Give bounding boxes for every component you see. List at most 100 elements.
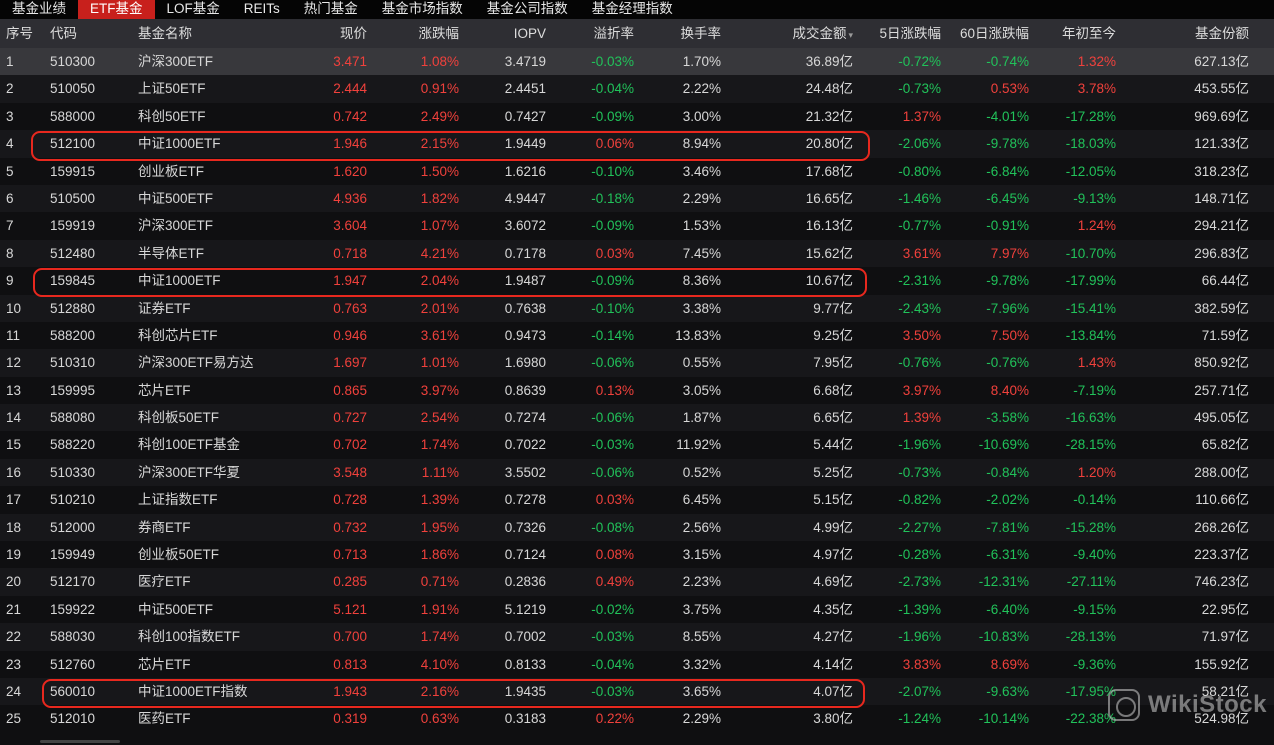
tab-6[interactable]: 基金公司指数 xyxy=(475,0,580,19)
cell-amount: 5.44亿 xyxy=(813,437,853,453)
tab-1[interactable]: ETF基金 xyxy=(78,0,155,19)
cell-ytd: -0.14% xyxy=(1073,492,1116,508)
cell-price: 0.865 xyxy=(333,382,367,398)
table-row[interactable]: 21 159922 中证500ETF 5.121 1.91% 5.1219 -0.02% 3.… xyxy=(0,596,1274,623)
table-row[interactable]: 6 510500 中证500ETF 4.936 1.82% 4.9447 -0.18% 2.2… xyxy=(0,184,1274,213)
cell-premium: -0.06% xyxy=(591,410,634,426)
table-row[interactable]: 20 512170 医疗ETF 0.285 0.71% 0.2836 0.49% 2.23% 4… xyxy=(0,568,1274,596)
cell-ytd: 1.32% xyxy=(1077,54,1116,69)
table-row[interactable]: 23 512760 芯片ETF 0.813 4.10% 0.8133 -0.04% 3.32%… xyxy=(0,651,1274,678)
cell-shares: 71.97亿 xyxy=(1201,629,1249,645)
table-row[interactable]: 15 588220 科创100ETF基金 0.702 1.74% 0.7022 -0.03%… xyxy=(0,431,1274,458)
table-row[interactable]: 22 588030 科创100指数ETF 0.700 1.74% 0.7002 -0.03%… xyxy=(0,623,1274,651)
table-row[interactable]: 1 510300 沪深300ETF 3.471 1.08% 3.4719 -0.03% 1.7… xyxy=(0,48,1274,76)
table-row[interactable]: 10 512880 证券ETF 0.763 2.01% 0.7638 -0.10% 3.38%… xyxy=(0,294,1274,322)
table-row[interactable]: 19 159949 创业板50ETF 0.713 1.86% 0.7124 0.08% 3.1… xyxy=(0,541,1274,568)
col-header-turnover[interactable]: 换手率 xyxy=(681,19,722,48)
horizontal-scrollbar[interactable] xyxy=(40,740,120,743)
cell-ytd: 1.43% xyxy=(1077,355,1116,371)
col-header-premium[interactable]: 溢折率 xyxy=(594,19,635,48)
table-row[interactable]: 25 512010 医药ETF 0.319 0.63% 0.3183 0.22% 2.29% 3… xyxy=(0,705,1274,732)
tab-7[interactable]: 基金经理指数 xyxy=(580,0,685,19)
cell-turnover: 2.23% xyxy=(682,574,721,590)
cell-change: 2.16% xyxy=(420,683,459,699)
col-header-change[interactable]: 涨跌幅 xyxy=(419,19,460,48)
cell-ytd: -27.11% xyxy=(1066,574,1116,590)
cell-ytd: -28.15% xyxy=(1065,437,1116,453)
cell-change: 3.61% xyxy=(420,327,459,343)
cell-premium: -0.10% xyxy=(591,163,634,179)
cell-change: 2.54% xyxy=(420,410,459,426)
table-row[interactable]: 14 588080 科创板50ETF 0.727 2.54% 0.7274 -0.06% 1.… xyxy=(0,404,1274,432)
tab-3[interactable]: REITs xyxy=(232,0,292,19)
tab-0[interactable]: 基金业绩 xyxy=(0,0,78,19)
cell-5day: -0.73% xyxy=(898,81,941,97)
cell-name: 上证50ETF xyxy=(138,81,206,97)
cell-code: 588080 xyxy=(50,410,96,426)
cell-shares: 746.23亿 xyxy=(1194,574,1249,590)
cell-60day: -10.14% xyxy=(978,711,1029,727)
table-row[interactable]: 12 510310 沪深300ETF易方达 1.697 1.01% 1.6980 -0.06… xyxy=(0,349,1274,377)
table-row[interactable]: 24 560010 中证1000ETF指数 1.943 2.16% 1.9435 -0.03… xyxy=(0,677,1274,706)
cell-index: 7 xyxy=(6,218,14,234)
cell-60day: -2.02% xyxy=(986,492,1029,508)
cell-shares: 969.69亿 xyxy=(1194,108,1249,124)
cell-premium: 0.03% xyxy=(595,245,634,261)
cell-change: 2.49% xyxy=(420,108,459,124)
cell-premium: -0.14% xyxy=(591,327,634,343)
cell-change: 1.82% xyxy=(420,190,459,206)
cell-iopv: 1.6980 xyxy=(504,355,546,371)
table-row[interactable]: 4 512100 中证1000ETF 1.946 2.15% 1.9449 0.06% 8.9… xyxy=(0,130,1274,158)
cell-price: 4.936 xyxy=(333,190,367,206)
col-header-60day[interactable]: 60日涨跌幅 xyxy=(960,19,1029,48)
table-row[interactable]: 13 159995 芯片ETF 0.865 3.97% 0.8639 0.13% 3.05% 6… xyxy=(0,377,1274,404)
cell-turnover: 3.75% xyxy=(682,601,721,617)
col-header-name[interactable]: 基金名称 xyxy=(138,19,192,48)
cell-60day: -6.31% xyxy=(986,547,1029,563)
cell-60day: -9.63% xyxy=(986,683,1029,699)
table-row[interactable]: 16 510330 沪深300ETF华夏 3.548 1.11% 3.5502 -0.06%… xyxy=(0,458,1274,487)
sort-desc-icon[interactable]: ▾ xyxy=(848,30,853,40)
col-header-iopv[interactable]: IOPV xyxy=(514,19,546,48)
col-header-code[interactable]: 代码 xyxy=(50,19,77,48)
cell-change: 2.01% xyxy=(420,300,459,316)
col-header-index[interactable]: 序号 xyxy=(6,19,33,48)
tab-5[interactable]: 基金市场指数 xyxy=(370,0,475,19)
tab-4[interactable]: 热门基金 xyxy=(292,0,370,19)
table-row[interactable]: 8 512480 半导体ETF 0.718 4.21% 0.7178 0.03% 7.45% 1… xyxy=(0,239,1274,268)
cell-amount: 5.25亿 xyxy=(813,464,853,480)
table-row[interactable]: 17 510210 上证指数ETF 0.728 1.39% 0.7278 0.03% 6.45… xyxy=(0,486,1274,513)
cell-index: 19 xyxy=(6,547,22,563)
col-header-5day[interactable]: 5日涨跌幅 xyxy=(879,19,941,48)
cell-amount: 4.97亿 xyxy=(813,547,853,563)
col-header-ytd[interactable]: 年初至今 xyxy=(1062,19,1116,48)
cell-price: 0.718 xyxy=(333,245,367,261)
cell-iopv: 3.6072 xyxy=(504,218,546,234)
table-row[interactable]: 2 510050 上证50ETF 2.444 0.91% 2.4451 -0.04% 2.22… xyxy=(0,75,1274,103)
table-row[interactable]: 7 159919 沪深300ETF 3.604 1.07% 3.6072 -0.09% 1.5… xyxy=(0,212,1274,239)
cell-code: 510500 xyxy=(50,190,96,206)
table-row[interactable]: 3 588000 科创50ETF 0.742 2.49% 0.7427 -0.09% 3.00… xyxy=(0,103,1274,130)
table-row[interactable]: 18 512000 券商ETF 0.732 1.95% 0.7326 -0.08% 2.56%… xyxy=(0,513,1274,542)
cell-5day: -0.72% xyxy=(898,54,941,69)
col-header-shares[interactable]: 基金份额 xyxy=(1195,19,1249,48)
cell-amount: 15.62亿 xyxy=(805,245,853,261)
cell-code: 512760 xyxy=(50,656,96,672)
cell-turnover: 3.46% xyxy=(682,163,721,179)
tab-2[interactable]: LOF基金 xyxy=(155,0,232,19)
cell-iopv: 3.4719 xyxy=(504,54,546,69)
cell-name: 上证指数ETF xyxy=(138,492,218,508)
cell-code: 588200 xyxy=(50,327,96,343)
col-header-price[interactable]: 现价 xyxy=(340,19,367,48)
cell-change: 1.91% xyxy=(420,601,459,617)
table-row[interactable]: 11 588200 科创芯片ETF 0.946 3.61% 0.9473 -0.14% 13.… xyxy=(0,322,1274,349)
col-header-amount[interactable]: 成交金额 ▾ xyxy=(792,19,853,50)
table-row[interactable]: 9 159845 中证1000ETF 1.947 2.04% 1.9487 -0.09% 8.… xyxy=(0,267,1274,294)
cell-iopv: 0.9473 xyxy=(504,327,546,343)
cell-turnover: 1.87% xyxy=(682,410,721,426)
table-row[interactable]: 5 159915 创业板ETF 1.620 1.50% 1.6216 -0.10% 3.46%… xyxy=(0,158,1274,185)
cell-5day: -1.24% xyxy=(898,711,941,727)
cell-turnover: 2.29% xyxy=(682,190,721,206)
cell-change: 1.86% xyxy=(420,547,459,563)
cell-index: 8 xyxy=(6,245,14,261)
